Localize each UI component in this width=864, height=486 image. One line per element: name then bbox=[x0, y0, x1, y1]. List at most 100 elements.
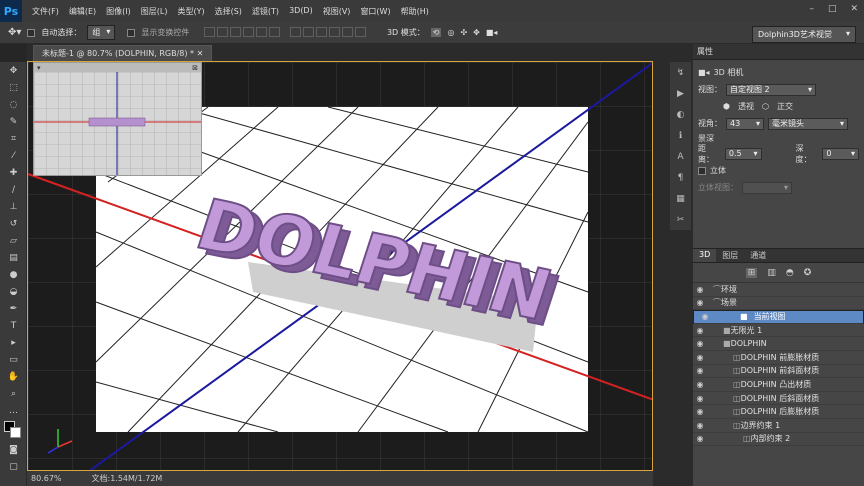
rectangle-icon[interactable]: ▭ bbox=[0, 351, 27, 368]
menu-3d[interactable]: 3D(D) bbox=[289, 6, 313, 17]
workspace-dropdown[interactable]: Dolphin3D艺术视觉 ▾ bbox=[752, 26, 856, 43]
character-panel-icon[interactable]: A bbox=[670, 146, 691, 167]
move-tool-icon[interactable]: ✥▾ bbox=[8, 27, 21, 38]
stereo-checkbox[interactable] bbox=[698, 166, 706, 175]
history-panel-icon[interactable]: ↯ bbox=[670, 62, 691, 83]
align-bottom-icon[interactable] bbox=[230, 26, 242, 37]
depth-input[interactable]: 0 ▾ bbox=[822, 147, 859, 160]
tab-layers[interactable]: 图层 bbox=[716, 249, 744, 262]
visibility-eye-icon[interactable]: ◉ bbox=[693, 380, 707, 389]
auto-select-checkbox[interactable] bbox=[27, 28, 36, 37]
ortho-option[interactable]: 正交 bbox=[777, 101, 793, 112]
visibility-eye-icon[interactable]: ◉ bbox=[693, 353, 707, 362]
align-top-icon[interactable] bbox=[204, 26, 216, 37]
align-left-icon[interactable] bbox=[243, 26, 255, 37]
secondary-view-window[interactable]: ▾ ⊠ bbox=[33, 62, 202, 176]
meshes-icon[interactable]: ▥ bbox=[767, 268, 776, 278]
visibility-eye-icon[interactable]: ◉ bbox=[693, 421, 707, 430]
gradient-icon[interactable]: ▤ bbox=[0, 249, 27, 266]
view-dropdown[interactable]: 自定视图 2 ▾ bbox=[726, 83, 816, 96]
ortho-icon[interactable]: ⬡ bbox=[762, 102, 769, 111]
close-button[interactable]: ✕ bbox=[850, 4, 858, 14]
paragraph-panel-icon[interactable]: ¶ bbox=[670, 167, 691, 188]
menu-type[interactable]: 类型(Y) bbox=[177, 6, 204, 17]
whole-scene-icon[interactable]: ⊞ bbox=[745, 267, 758, 278]
pen-icon[interactable]: ✒ bbox=[0, 300, 27, 317]
align-middle-icon[interactable] bbox=[217, 26, 229, 37]
hand-icon[interactable]: ✋ bbox=[0, 368, 27, 385]
healing-brush-icon[interactable]: ✚ bbox=[0, 164, 27, 181]
materials-icon[interactable]: ◓ bbox=[786, 268, 794, 278]
visibility-eye-icon[interactable]: ◉ bbox=[693, 407, 707, 416]
crop-icon[interactable]: ⌗ bbox=[0, 130, 27, 147]
screen-mode-icon[interactable]: ▢ bbox=[0, 458, 27, 475]
move-icon[interactable]: ✥ bbox=[0, 62, 27, 79]
distribute-middle-icon[interactable] bbox=[302, 26, 314, 37]
adjustments-panel-icon[interactable]: ◐ bbox=[670, 104, 691, 125]
document-tab[interactable]: 未标题-1 @ 80.7% (DOLPHIN, RGB/8) * ✕ bbox=[33, 45, 213, 61]
scene-tree-item[interactable]: ◉ ◫ DOLPHIN 前斜面材质 bbox=[693, 365, 864, 379]
tab-3d[interactable]: 3D bbox=[693, 249, 717, 262]
color-swatches[interactable] bbox=[0, 419, 26, 441]
scale-3d-icon[interactable]: ■◂ bbox=[486, 28, 498, 37]
document-size[interactable]: 文档:1.54M/1.72M bbox=[92, 473, 163, 484]
show-transform-checkbox[interactable] bbox=[127, 28, 136, 37]
info-panel-icon[interactable]: ℹ bbox=[670, 125, 691, 146]
fov-input[interactable]: 43 ▾ bbox=[726, 117, 764, 130]
drag-3d-icon[interactable]: ✣ bbox=[460, 28, 467, 37]
menu-image[interactable]: 图像(I) bbox=[106, 6, 131, 17]
menu-filter[interactable]: 滤镜(T) bbox=[252, 6, 279, 17]
distribute-left-icon[interactable] bbox=[328, 26, 340, 37]
visibility-eye-icon[interactable]: ◉ bbox=[693, 394, 707, 403]
view-menu-icon[interactable]: ▾ bbox=[37, 64, 41, 72]
tool-preset-panel-icon[interactable]: ✂ bbox=[670, 209, 691, 230]
marquee-icon[interactable]: ⬚ bbox=[0, 79, 27, 96]
perspective-icon[interactable]: ⬢ bbox=[723, 102, 730, 111]
perspective-option[interactable]: 透视 bbox=[738, 101, 754, 112]
type-icon[interactable]: T bbox=[0, 317, 27, 334]
visibility-eye-icon[interactable]: ◉ bbox=[698, 312, 712, 321]
scene-tree-item[interactable]: ◉ ◫ DOLPHIN 后膨胀材质 bbox=[693, 405, 864, 419]
eraser-icon[interactable]: ▱ bbox=[0, 232, 27, 249]
actions-panel-icon[interactable]: ▶ bbox=[670, 83, 691, 104]
rotate-3d-icon[interactable]: ⟲ bbox=[430, 28, 442, 37]
scene-tree-item[interactable]: ◉ ⌒ 环境 bbox=[693, 283, 864, 297]
distance-input[interactable]: 0.5 ▾ bbox=[724, 147, 762, 160]
menu-help[interactable]: 帮助(H) bbox=[401, 6, 429, 17]
menu-edit[interactable]: 编辑(E) bbox=[69, 6, 96, 17]
brush-preset-panel-icon[interactable]: ▦ bbox=[670, 188, 691, 209]
menu-window[interactable]: 窗口(W) bbox=[360, 6, 390, 17]
blur-icon[interactable]: ● bbox=[0, 266, 27, 283]
distribute-top-icon[interactable] bbox=[289, 26, 301, 37]
minimize-button[interactable]: – bbox=[809, 4, 814, 14]
scene-tree-item[interactable]: ◉ ◫ 边界约束 1 bbox=[693, 419, 864, 433]
scene-tree-item[interactable]: ◉ ■ 当前视图 bbox=[693, 310, 864, 324]
path-select-icon[interactable]: ▸ bbox=[0, 334, 27, 351]
menu-file[interactable]: 文件(F) bbox=[32, 6, 59, 17]
scene-tree-item[interactable]: ◉ ■ DOLPHIN bbox=[693, 337, 864, 351]
visibility-eye-icon[interactable]: ◉ bbox=[693, 339, 707, 348]
scene-tree-item[interactable]: ◉ ⌒ 场景 bbox=[693, 297, 864, 311]
scene-tree-item[interactable]: ◉ ◫ DOLPHIN 前膨胀材质 bbox=[693, 351, 864, 365]
quick-select-icon[interactable]: ✎ bbox=[0, 113, 27, 130]
distribute-center-icon[interactable] bbox=[341, 26, 353, 37]
roll-3d-icon[interactable]: ◎ bbox=[447, 28, 454, 37]
more-tools-icon[interactable]: … bbox=[0, 402, 27, 419]
secondary-view-close-icon[interactable]: ⊠ bbox=[192, 64, 198, 72]
visibility-eye-icon[interactable]: ◉ bbox=[693, 298, 707, 307]
align-center-icon[interactable] bbox=[256, 26, 268, 37]
auto-select-dropdown[interactable]: 组 ▾ bbox=[87, 25, 116, 40]
visibility-eye-icon[interactable]: ◉ bbox=[693, 285, 707, 294]
background-color[interactable] bbox=[10, 427, 21, 438]
fov-unit-dropdown[interactable]: 毫米镜头 ▾ bbox=[768, 117, 848, 130]
slide-3d-icon[interactable]: ✥ bbox=[473, 28, 480, 37]
scene-tree-item[interactable]: ◉ ◫ DOLPHIN 凸出材质 bbox=[693, 378, 864, 392]
history-brush-icon[interactable]: ↺ bbox=[0, 215, 27, 232]
zoom-icon[interactable]: ⌕ bbox=[0, 385, 27, 402]
brush-icon[interactable]: ∕ bbox=[0, 181, 27, 198]
align-right-icon[interactable] bbox=[269, 26, 281, 37]
distribute-bottom-icon[interactable] bbox=[315, 26, 327, 37]
menu-select[interactable]: 选择(S) bbox=[215, 6, 242, 17]
visibility-eye-icon[interactable]: ◉ bbox=[693, 434, 707, 443]
quick-mask-icon[interactable]: ◙ bbox=[0, 441, 27, 458]
